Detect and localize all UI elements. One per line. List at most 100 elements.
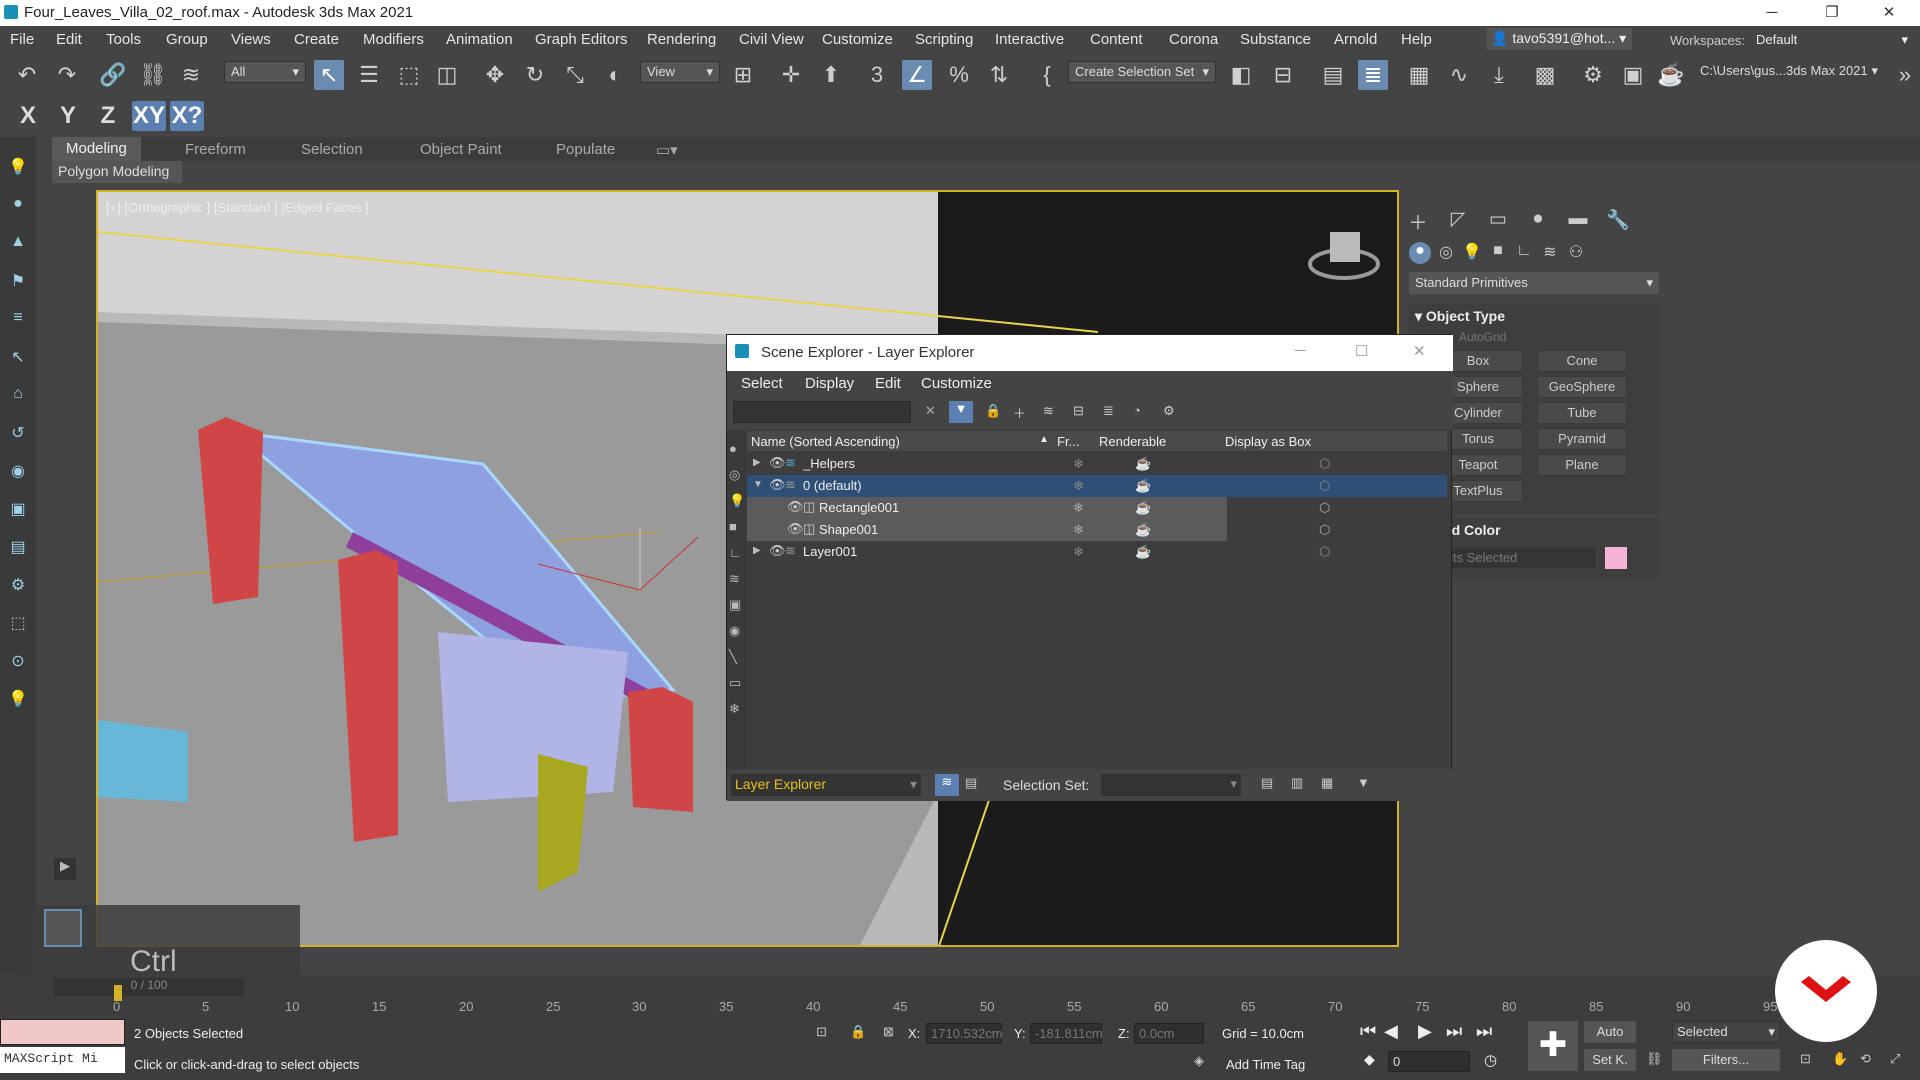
dialog-maximize-button[interactable]: ☐ <box>1355 342 1368 360</box>
footer-filter-icon[interactable]: ▼ <box>1357 775 1370 790</box>
render-setup-icon[interactable]: ⚙ <box>1578 60 1608 90</box>
constrain-x-button[interactable]: X <box>14 101 42 131</box>
isolate-selection-icon[interactable]: ⊡ <box>816 1024 827 1040</box>
filter-xrefs-icon[interactable]: ◉ <box>729 623 740 639</box>
visibility-eye-icon[interactable]: 👁 <box>769 543 786 559</box>
explorer-menu-edit[interactable]: Edit <box>875 375 901 392</box>
menu-corona[interactable]: Corona <box>1169 31 1218 48</box>
menu-graph-editors[interactable]: Graph Editors <box>535 31 628 48</box>
arrow-select-icon[interactable]: ↖ <box>8 347 28 367</box>
auto-key-button[interactable]: Auto <box>1584 1021 1636 1043</box>
explorer-menu-customize[interactable]: Customize <box>921 375 992 392</box>
layer-icon[interactable]: ▤ <box>8 537 28 557</box>
time-slider[interactable]: 0 / 100 <box>54 978 244 996</box>
layer-stack-icon[interactable]: ≣ <box>1103 403 1114 419</box>
tab-freeform[interactable]: Freeform <box>185 141 246 158</box>
object-color-swatch[interactable] <box>1605 547 1627 569</box>
utilities-tab-icon[interactable]: 🔧 <box>1605 208 1631 234</box>
timeline[interactable]: 0 / 100 0 5 10 15 20 25 30 35 40 45 50 5… <box>0 975 1920 1015</box>
visibility-eye-icon[interactable]: 👁 <box>787 521 804 537</box>
minimize-button[interactable]: ─ <box>1749 0 1795 26</box>
redo-icon[interactable]: ↷ <box>52 60 82 90</box>
menu-animation[interactable]: Animation <box>446 31 513 48</box>
highlight-icon[interactable]: ◔ <box>1133 403 1141 418</box>
constrain-y-button[interactable]: Y <box>54 101 82 131</box>
toggle-layer-explorer-icon[interactable]: ≣ <box>1358 60 1388 90</box>
edit-named-selection-icon[interactable]: { <box>1032 60 1062 90</box>
key-set-dropdown[interactable]: Selected ▾ <box>1672 1021 1780 1043</box>
curve-editor-icon[interactable]: ∿ <box>1444 60 1474 90</box>
constrain-z-button[interactable]: Z <box>94 101 122 131</box>
freeze-icon[interactable]: ❄ <box>1073 522 1084 538</box>
cycle-icon[interactable]: ↺ <box>8 423 28 443</box>
freeze-icon[interactable]: ❄ <box>1073 478 1084 494</box>
filter-spacewarps-icon[interactable]: ≋ <box>729 571 740 587</box>
key-filter-icon[interactable]: ⛓ <box>1646 1051 1663 1067</box>
current-frame-field[interactable]: 0 <box>1388 1051 1470 1072</box>
tab-object-paint[interactable]: Object Paint <box>420 141 502 158</box>
frame-icon[interactable]: ⬚ <box>8 613 28 633</box>
maximize-viewport-icon[interactable]: ⤢ <box>1890 1051 1900 1067</box>
tab-modeling[interactable]: Modeling <box>52 137 141 161</box>
dialog-close-button[interactable]: ✕ <box>1413 342 1426 360</box>
column-name[interactable]: Name (Sorted Ascending) <box>751 434 900 449</box>
freeze-icon[interactable]: ❄ <box>1073 456 1084 472</box>
orbit-icon[interactable]: ⊙ <box>8 651 28 671</box>
filter-icon[interactable]: ▼ <box>949 401 973 423</box>
angle-snap-icon[interactable]: ∠ <box>902 60 932 90</box>
menu-group[interactable]: Group <box>166 31 208 48</box>
add-layer-icon[interactable]: ＋ <box>1013 403 1026 422</box>
menu-edit[interactable]: Edit <box>56 31 82 48</box>
layer-settings-icon[interactable]: ⚙ <box>1163 403 1175 419</box>
keyboard-shortcut-toggle-icon[interactable]: ⬆ <box>816 60 846 90</box>
dialog-title-bar[interactable]: Scene Explorer - Layer Explorer ─ ☐ ✕ <box>727 335 1453 371</box>
next-frame-icon[interactable]: ⏭ <box>1446 1021 1462 1042</box>
add-to-set-icon[interactable]: ▥ <box>1291 775 1303 791</box>
link-icon[interactable]: 🔗 <box>98 60 128 90</box>
clear-search-icon[interactable]: ✕ <box>925 403 936 419</box>
display-box-icon[interactable]: ⬡ <box>1319 500 1330 516</box>
motion-tab-icon[interactable]: ● <box>1525 208 1551 234</box>
filter-cameras-icon[interactable]: ■ <box>729 519 737 534</box>
helpers-icon[interactable]: ∟ <box>1513 242 1535 264</box>
x-coordinate-field[interactable]: 1710.532cm <box>926 1023 1003 1044</box>
pivot-center-icon[interactable]: ⊞ <box>728 60 758 90</box>
rendered-frame-window-icon[interactable]: ▣ <box>1618 60 1648 90</box>
object-row-rectangle001[interactable]: 👁 ◫ Rectangle001 ❄ ☕ ⬡ <box>747 497 1330 519</box>
lights-icon[interactable]: 💡 <box>1461 242 1483 264</box>
dialog-minimize-button[interactable]: ─ <box>1295 342 1306 359</box>
render-production-icon[interactable]: ☕ <box>1656 60 1686 90</box>
menu-create[interactable]: Create <box>294 31 339 48</box>
render-icon[interactable]: ◉ <box>8 461 28 481</box>
menu-customize[interactable]: Customize <box>822 31 893 48</box>
menu-arnold[interactable]: Arnold <box>1334 31 1377 48</box>
scale-icon[interactable]: ⤡ <box>560 60 590 90</box>
plane-button[interactable]: Plane <box>1537 454 1627 476</box>
cone-button[interactable]: Cone <box>1537 350 1627 372</box>
sphere-icon[interactable]: ● <box>8 195 28 215</box>
primitive-type-dropdown[interactable]: Standard Primitives ▾ <box>1409 272 1659 294</box>
menu-content[interactable]: Content <box>1090 31 1143 48</box>
undo-icon[interactable]: ↶ <box>12 60 42 90</box>
settings-icon[interactable]: ⚙ <box>8 575 28 595</box>
tag-icon[interactable]: ⌂ <box>8 385 28 405</box>
lock-icon[interactable]: 🔒 <box>985 403 1001 419</box>
viewport-label[interactable]: [+] [Orthographic ] [Standard ] [Edged F… <box>106 200 369 215</box>
display-box-icon[interactable]: ⬡ <box>1319 478 1330 494</box>
freeze-icon[interactable]: ❄ <box>1073 500 1084 516</box>
visibility-eye-icon[interactable]: 👁 <box>769 455 786 471</box>
absolute-mode-icon[interactable]: ⊠ <box>883 1024 894 1040</box>
visibility-eye-icon[interactable]: 👁 <box>769 477 786 493</box>
menu-substance[interactable]: Substance <box>1240 31 1311 48</box>
shapes-icon[interactable]: ◎ <box>1435 242 1457 264</box>
expand-arrow-icon[interactable]: ▶ <box>753 545 761 556</box>
select-object-icon[interactable]: ↖ <box>314 60 344 90</box>
layer-row-helpers[interactable]: ▶ 👁 ≋ _Helpers ❄ ☕ ⬡ <box>747 453 1447 475</box>
selection-lock-icon[interactable]: 🔒 <box>850 1024 866 1040</box>
polygon-modeling-panel[interactable]: Polygon Modeling <box>52 161 182 183</box>
rectangular-selection-icon[interactable]: ⬚ <box>394 60 424 90</box>
renderable-teapot-icon[interactable]: ☕ <box>1135 478 1151 494</box>
filter-geometry-icon[interactable]: ● <box>729 441 737 456</box>
project-folder-dropdown[interactable]: C:\Users\gus...3ds Max 2021 ▾ <box>1694 61 1884 81</box>
menu-modifiers[interactable]: Modifiers <box>363 31 424 48</box>
